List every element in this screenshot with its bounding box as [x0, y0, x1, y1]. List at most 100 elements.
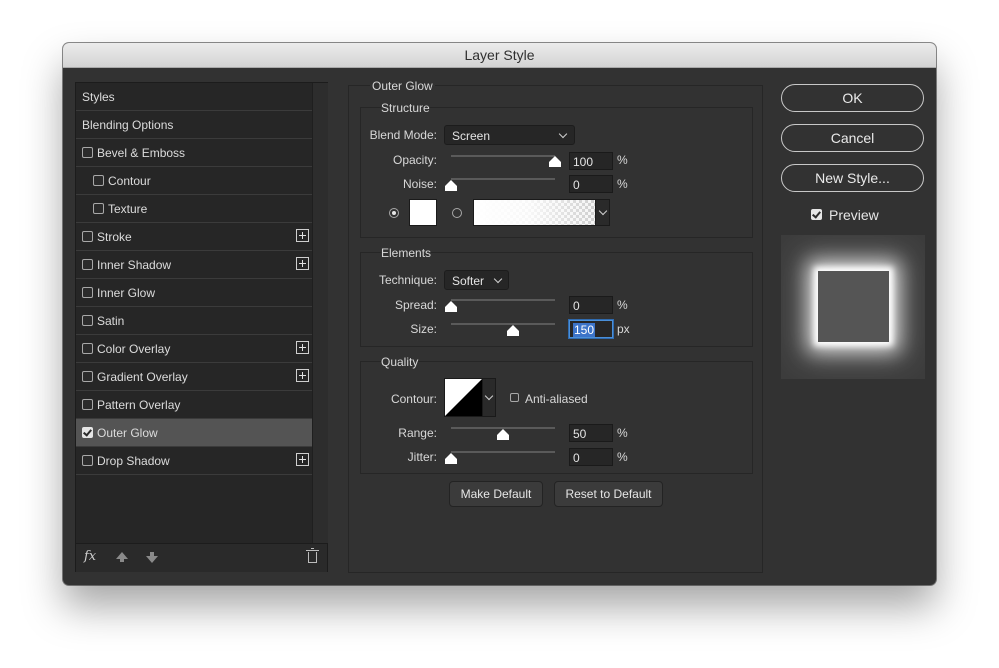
gradient-dropdown-button[interactable] [595, 199, 610, 226]
structure-title: Structure [381, 101, 430, 115]
style-item-label: Gradient Overlay [97, 370, 188, 384]
add-effect-icon[interactable] [296, 257, 309, 270]
style-item-bevel-emboss[interactable]: Bevel & Emboss [76, 139, 312, 167]
add-effect-icon[interactable] [296, 369, 309, 382]
technique-value: Softer [452, 274, 485, 288]
noise-unit: % [617, 177, 628, 191]
range-slider-thumb[interactable] [497, 429, 509, 441]
ok-button[interactable]: OK [781, 84, 924, 112]
chevron-down-icon [598, 206, 608, 216]
spread-slider-track[interactable] [451, 299, 555, 301]
style-item-blending-options[interactable]: Blending Options [76, 111, 312, 139]
trash-icon[interactable] [306, 548, 319, 563]
contour-dropdown-button[interactable] [482, 378, 496, 417]
opacity-input[interactable]: 100 [569, 152, 613, 170]
opacity-unit: % [617, 153, 628, 167]
contour-preview[interactable] [444, 378, 483, 417]
contour-label: Contour: [390, 392, 437, 406]
size-slider-track[interactable] [451, 323, 555, 325]
noise-label: Noise: [402, 177, 437, 191]
jitter-slider-track[interactable] [451, 451, 555, 453]
fx-icon[interactable]: fx [84, 549, 96, 564]
size-slider-thumb[interactable] [507, 325, 520, 337]
style-item-label: Satin [97, 314, 125, 328]
spread-input[interactable]: 0 [569, 296, 613, 314]
anti-aliased-label: Anti-aliased [525, 392, 588, 406]
style-item-outer-glow[interactable]: Outer Glow [76, 419, 312, 447]
cancel-button[interactable]: Cancel [781, 124, 924, 152]
move-up-icon[interactable] [116, 552, 128, 562]
style-item-color-overlay[interactable]: Color Overlay [76, 335, 312, 363]
style-checkbox[interactable] [82, 315, 93, 326]
style-checkbox[interactable] [82, 231, 93, 242]
jitter-input[interactable]: 0 [569, 448, 613, 466]
style-checkbox[interactable] [82, 259, 93, 270]
outer-glow-panel: Outer Glow Structure Blend Mode: Screen … [348, 79, 763, 573]
style-item-gradient-overlay[interactable]: Gradient Overlay [76, 363, 312, 391]
style-checkbox[interactable] [82, 427, 93, 438]
structure-group: Structure Blend Mode: Screen Opacity: 10… [360, 101, 753, 238]
style-item-inner-shadow[interactable]: Inner Shadow [76, 251, 312, 279]
style-item-label: Stroke [97, 230, 132, 244]
style-item-label: Color Overlay [97, 342, 171, 356]
move-down-icon[interactable] [146, 552, 158, 563]
style-item-styles[interactable]: Styles [76, 83, 312, 111]
technique-select[interactable]: Softer [444, 270, 509, 290]
style-checkbox[interactable] [93, 203, 104, 214]
gradient-radio[interactable] [452, 208, 462, 218]
style-item-satin[interactable]: Satin [76, 307, 312, 335]
style-item-texture[interactable]: Texture [76, 195, 312, 223]
style-checkbox[interactable] [82, 287, 93, 298]
styles-list-scrollbar[interactable] [312, 83, 328, 543]
elements-title: Elements [381, 246, 432, 260]
range-input[interactable]: 50 [569, 424, 613, 442]
glow-color-swatch[interactable] [409, 199, 437, 226]
style-item-pattern-overlay[interactable]: Pattern Overlay [76, 391, 312, 419]
chevron-down-icon [558, 129, 568, 139]
size-input[interactable]: 150 [569, 320, 613, 338]
style-item-label: Inner Shadow [97, 258, 172, 272]
new-style-button[interactable]: New Style... [781, 164, 924, 192]
style-item-inner-glow[interactable]: Inner Glow [76, 279, 312, 307]
range-label: Range: [398, 426, 437, 440]
noise-slider-track[interactable] [451, 178, 555, 180]
style-checkbox[interactable] [82, 147, 93, 158]
style-checkbox[interactable] [93, 175, 104, 186]
style-checkbox[interactable] [82, 343, 93, 354]
spread-slider-thumb[interactable] [445, 301, 457, 313]
style-item-label: Drop Shadow [97, 454, 170, 468]
preview-checkbox[interactable] [811, 209, 822, 220]
size-unit: px [617, 322, 630, 336]
elements-group: Elements Technique: Softer Spread: 0 % S… [360, 246, 753, 347]
add-effect-icon[interactable] [296, 341, 309, 354]
size-label: Size: [410, 322, 437, 336]
range-value: 50 [573, 427, 587, 441]
solid-color-radio[interactable] [389, 208, 399, 218]
style-item-drop-shadow[interactable]: Drop Shadow [76, 447, 312, 475]
add-effect-icon[interactable] [296, 229, 309, 242]
add-effect-icon[interactable] [296, 453, 309, 466]
jitter-slider-thumb[interactable] [445, 453, 457, 465]
opacity-slider-track[interactable] [451, 155, 555, 157]
style-item-label: Inner Glow [97, 286, 156, 300]
style-item-contour[interactable]: Contour [76, 167, 312, 195]
style-item-label: Blending Options [82, 118, 174, 132]
style-item-label: Pattern Overlay [97, 398, 181, 412]
technique-label: Technique: [378, 273, 437, 287]
reset-to-default-button[interactable]: Reset to Default [554, 481, 663, 507]
style-checkbox[interactable] [82, 455, 93, 466]
style-item-stroke[interactable]: Stroke [76, 223, 312, 251]
style-item-label: Contour [108, 174, 151, 188]
quality-group: Quality Contour: Anti-aliased Range: 50 … [360, 355, 753, 474]
opacity-slider-thumb[interactable] [549, 156, 561, 168]
noise-slider-thumb[interactable] [445, 180, 457, 192]
preview-label: Preview [829, 207, 879, 223]
style-checkbox[interactable] [82, 399, 93, 410]
anti-aliased-checkbox[interactable] [510, 393, 519, 402]
blend-mode-select[interactable]: Screen [444, 125, 575, 145]
make-default-button[interactable]: Make Default [449, 481, 543, 507]
noise-input[interactable]: 0 [569, 175, 613, 193]
gradient-swatch[interactable] [473, 199, 596, 226]
style-checkbox[interactable] [82, 371, 93, 382]
spread-value: 0 [573, 299, 580, 313]
